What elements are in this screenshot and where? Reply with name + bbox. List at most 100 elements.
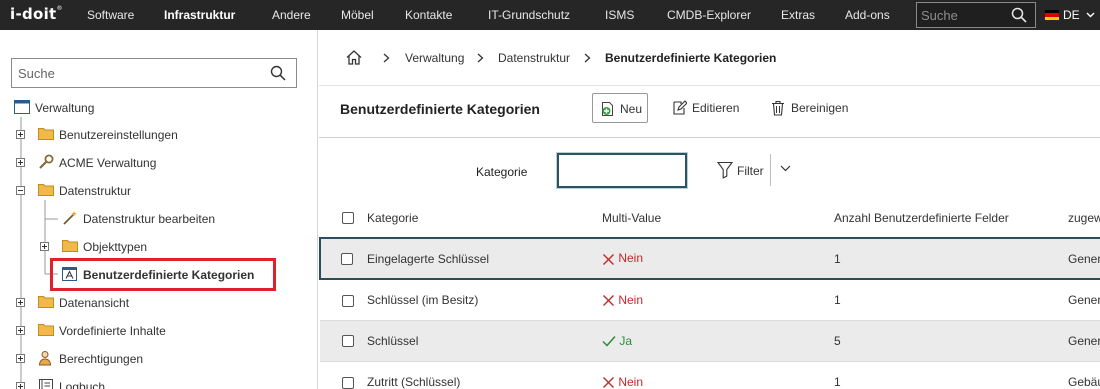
filter-label: Kategorie xyxy=(476,165,528,179)
cell-kategorie: Zutritt (Schlüssel) xyxy=(367,360,602,389)
column-header-multi-value[interactable]: Multi-Value xyxy=(602,198,834,238)
tree-item-datenstruktur[interactable]: Datenstruktur xyxy=(16,180,216,202)
cell-zugewiesen: Generi xyxy=(1068,237,1100,280)
nav-moebel[interactable]: Möbel xyxy=(341,0,374,30)
trash-icon xyxy=(772,100,784,116)
tree-label: Berechtigungen xyxy=(59,352,144,366)
cleanup-button[interactable]: Bereinigen xyxy=(771,100,853,117)
global-search-input[interactable] xyxy=(921,7,1001,23)
cell-anzahl: 1 xyxy=(834,237,1068,280)
language-selector[interactable]: DE xyxy=(1045,0,1095,30)
nav-extras[interactable]: Extras xyxy=(781,0,815,30)
cross-icon xyxy=(603,253,614,265)
tree-item-acme-verwaltung[interactable]: ACME Verwaltung xyxy=(16,152,216,174)
nav-add-ons[interactable]: Add-ons xyxy=(845,0,890,30)
tree-label: Verwaltung xyxy=(35,101,95,115)
column-header-kategorie[interactable]: Kategorie xyxy=(367,198,602,238)
nav-cmdb-explorer[interactable]: CMDB-Explorer xyxy=(667,0,751,30)
tree-item-vordefinierte-inhalte[interactable]: Vordefinierte Inhalte xyxy=(16,320,216,342)
tree-label: Logbuch xyxy=(59,380,106,389)
expand-icon[interactable] xyxy=(16,130,25,139)
cell-multi-value: Nein xyxy=(618,251,644,266)
collapse-icon[interactable] xyxy=(16,186,25,195)
nav-andere[interactable]: Andere xyxy=(272,0,311,30)
checkmark-icon xyxy=(602,336,616,347)
wrench-icon xyxy=(39,154,54,169)
edit-button-label: Editieren xyxy=(692,101,740,115)
top-navigation-bar: i-doit® Software Infrastruktur Andere Mö… xyxy=(0,0,1100,30)
tree-label: Benutzereinstellungen xyxy=(59,128,178,142)
category-filter-input[interactable] xyxy=(556,152,688,189)
table-row[interactable]: Schlüssel Ja 5 Generi xyxy=(320,319,1100,361)
tree-label: Datenstruktur xyxy=(59,184,132,198)
nav-kontakte[interactable]: Kontakte xyxy=(405,0,452,30)
chevron-down-icon[interactable] xyxy=(780,165,791,172)
i-doit-logo[interactable]: i-doit® xyxy=(10,5,63,23)
nav-it-grundschutz[interactable]: IT-Grundschutz xyxy=(488,0,570,30)
expand-icon[interactable] xyxy=(16,354,25,363)
row-checkbox[interactable] xyxy=(342,335,354,348)
language-code: DE xyxy=(1063,8,1080,22)
tree-item-logbuch[interactable]: Logbuch xyxy=(16,376,216,389)
new-button[interactable]: Neu xyxy=(592,93,648,123)
logo-text: i-doit xyxy=(10,5,57,23)
cell-zugewiesen: Generi xyxy=(1068,319,1100,361)
cell-kategorie: Eingelagerte Schlüssel xyxy=(367,237,602,280)
cross-icon xyxy=(603,376,614,388)
row-checkbox[interactable] xyxy=(342,376,354,389)
tree-item-verwaltung[interactable]: Verwaltung xyxy=(14,97,214,119)
row-checkbox[interactable] xyxy=(341,253,353,266)
table-header-row: Kategorie Multi-Value Anzahl Benutzerdef… xyxy=(320,198,1100,238)
nav-isms[interactable]: ISMS xyxy=(605,0,634,30)
expand-icon[interactable] xyxy=(40,242,49,251)
nav-software[interactable]: Software xyxy=(87,0,134,30)
edit-button[interactable]: Editieren xyxy=(672,100,744,117)
nav-infrastruktur[interactable]: Infrastruktur xyxy=(164,0,235,30)
tree-item-datenstruktur-bearbeiten[interactable]: Datenstruktur bearbeiten xyxy=(62,208,262,230)
tree-item-datenansicht[interactable]: Datenansicht xyxy=(16,292,216,314)
page-title: Benutzerdefinierte Kategorien xyxy=(340,101,540,117)
tree-label: Vordefinierte Inhalte xyxy=(59,324,166,338)
table-row[interactable]: Zutritt (Schlüssel) Nein 1 Gebäu xyxy=(320,360,1100,389)
filter-button-label: Filter xyxy=(737,164,764,178)
table-row[interactable]: Schlüssel (im Besitz) Nein 1 Generi xyxy=(320,278,1100,320)
folder-icon xyxy=(38,324,54,336)
expand-icon[interactable] xyxy=(16,382,25,389)
cell-anzahl: 5 xyxy=(834,319,1068,361)
cell-multi-value: Ja xyxy=(619,333,633,348)
tree-label: Datenansicht xyxy=(59,296,130,310)
select-all-checkbox[interactable] xyxy=(342,212,354,225)
breadcrumb-current: Benutzerdefinierte Kategorien xyxy=(605,51,777,65)
column-header-zugewiesen[interactable]: zugewi xyxy=(1068,198,1100,238)
tree-item-benutzereinstellungen[interactable]: Benutzereinstellungen xyxy=(16,124,216,146)
magic-wand-icon xyxy=(63,211,77,225)
cell-kategorie: Schlüssel xyxy=(367,319,602,361)
tree-item-objekttypen[interactable]: Objekttypen xyxy=(40,236,240,258)
cell-multi-value: Nein xyxy=(618,374,644,389)
selected-item-highlight xyxy=(50,258,276,291)
breadcrumb: Verwaltung Datenstruktur Benutzerdefinie… xyxy=(319,30,1100,86)
filter-button[interactable]: Filter xyxy=(717,161,767,181)
chevron-right-icon xyxy=(383,53,390,63)
cell-multi-value: Nein xyxy=(618,292,644,307)
column-header-anzahl-felder[interactable]: Anzahl Benutzerdefinierte Felder xyxy=(834,198,1068,238)
chevron-down-icon xyxy=(1086,12,1095,18)
breadcrumb-datenstruktur[interactable]: Datenstruktur xyxy=(498,51,570,65)
cell-anzahl: 1 xyxy=(834,278,1068,320)
row-checkbox[interactable] xyxy=(342,294,354,307)
cell-zugewiesen: Gebäu xyxy=(1068,360,1100,389)
categories-table: Kategorie Multi-Value Anzahl Benutzerdef… xyxy=(319,198,1100,389)
logbook-icon xyxy=(39,379,53,389)
global-search xyxy=(916,2,1036,28)
breadcrumb-verwaltung[interactable]: Verwaltung xyxy=(405,51,464,65)
search-icon[interactable] xyxy=(1011,7,1027,23)
expand-icon[interactable] xyxy=(16,158,25,167)
table-row[interactable]: Eingelagerte Schlüssel Nein 1 Generi xyxy=(319,237,1100,280)
tree-item-berechtigungen[interactable]: Berechtigungen xyxy=(16,348,216,370)
user-key-icon xyxy=(38,351,52,366)
home-icon[interactable] xyxy=(346,50,362,65)
expand-icon[interactable] xyxy=(16,326,25,335)
folder-icon xyxy=(38,184,54,196)
expand-icon[interactable] xyxy=(16,298,25,307)
cell-zugewiesen: Generi xyxy=(1068,278,1100,320)
